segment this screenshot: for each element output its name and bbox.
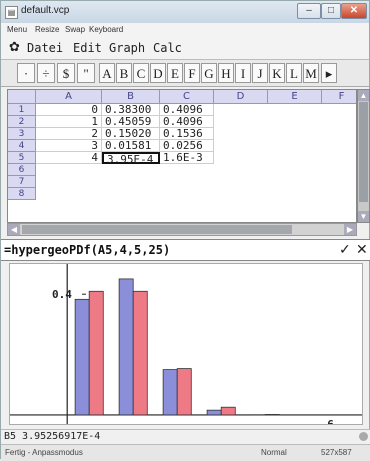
toolbar-col-a-button[interactable]: A	[99, 63, 115, 83]
row-header-2[interactable]: 2	[8, 116, 36, 128]
column-header-f[interactable]: F	[322, 90, 357, 104]
toolbar-col-k-button[interactable]: K	[269, 63, 285, 83]
bar-series1-x3	[207, 410, 221, 415]
minimize-button[interactable]: –	[297, 3, 321, 19]
cell-c5[interactable]: 1.6E-3	[160, 152, 214, 164]
menu-item-calc[interactable]: Calc	[153, 41, 182, 55]
scroll-left-icon[interactable]: ◀	[8, 224, 20, 235]
bar-chart: 0.4 6	[10, 264, 362, 424]
cancel-x-icon[interactable]: ✕	[356, 241, 368, 258]
app-icon: ▤	[5, 6, 18, 19]
mode-status: Fertig - Anpassmodus	[5, 448, 83, 457]
main-menu-bar: ✿ Datei Edit Graph Calc	[1, 37, 369, 60]
small-menu-bar: Menu Resize Swap Keyboard	[1, 23, 369, 37]
bar-series2-x3	[221, 407, 235, 415]
toolbar-dollar-button[interactable]: $	[57, 63, 75, 83]
toolbar-col-h-button[interactable]: H	[218, 63, 234, 83]
toolbar-col-e-button[interactable]: E	[167, 63, 183, 83]
toolbar-more-button[interactable]: ▸	[321, 63, 337, 83]
toolbar-col-l-button[interactable]: L	[286, 63, 302, 83]
menu-item-menu[interactable]: Menu	[7, 25, 27, 34]
formula-input[interactable]: =hypergeoPDf(A5,4,5,25)	[4, 243, 170, 257]
bar-series2-x0	[89, 291, 103, 415]
toolbar-col-m-button[interactable]: M	[303, 63, 319, 83]
menu-item-datei[interactable]: Datei	[27, 41, 63, 55]
column-header-d[interactable]: D	[214, 90, 268, 104]
menu-item-resize[interactable]: Resize	[35, 25, 59, 34]
window-title: default.vcp	[21, 5, 69, 16]
cell-b4[interactable]: 0.01581	[102, 140, 160, 152]
toolbar-quote-button[interactable]: "	[77, 63, 95, 83]
column-header-e[interactable]: E	[268, 90, 322, 104]
status-bar: Fertig - Anpassmodus Normal 527x587	[1, 444, 370, 461]
toolbar-dot-button[interactable]: ·	[17, 63, 35, 83]
row-header-7[interactable]: 7	[8, 176, 36, 188]
bar-series1-x2	[163, 370, 177, 415]
row-header-3[interactable]: 3	[8, 128, 36, 140]
bar-series1-x1	[119, 279, 133, 415]
maximize-button[interactable]: □	[321, 3, 341, 19]
title-bar: ▤ default.vcp – □ ✕	[1, 1, 369, 23]
option-menu-icon[interactable]: ✿	[9, 40, 20, 55]
spreadsheet-grid: A B C D E F 1 2 3 4 5 6 7 8 0 0.38300 0.…	[7, 89, 357, 223]
row-header-6[interactable]: 6	[8, 164, 36, 176]
app-window: ▤ default.vcp – □ ✕ Menu Resize Swap Key…	[0, 0, 370, 459]
row-header-1[interactable]: 1	[8, 104, 36, 116]
scroll-up-icon[interactable]: ▲	[358, 90, 369, 101]
menu-item-keyboard[interactable]: Keyboard	[89, 25, 123, 34]
size-status: 527x587	[321, 448, 352, 457]
horizontal-scrollbar[interactable]: ◀ ▶	[7, 223, 357, 236]
row-header-4[interactable]: 4	[8, 140, 36, 152]
row-header-5[interactable]: 5	[8, 152, 36, 164]
scroll-down-icon[interactable]: ▼	[358, 211, 369, 222]
horizontal-scroll-thumb[interactable]	[22, 225, 292, 234]
menu-item-edit[interactable]: Edit	[73, 41, 102, 55]
bar-series1-x0	[75, 299, 89, 415]
x-tick-label: 6	[327, 418, 334, 424]
menu-item-swap[interactable]: Swap	[65, 25, 85, 34]
scroll-right-icon[interactable]: ▶	[344, 224, 356, 235]
format-status: Normal	[261, 448, 287, 457]
status-dot-icon	[359, 432, 368, 441]
value-status-line: B5 3.95256917E-4	[1, 429, 370, 444]
cell-value-status: B5 3.95256917E-4	[4, 431, 100, 442]
toolbar-divide-button[interactable]: ÷	[37, 63, 55, 83]
formula-bar: =hypergeoPDf(A5,4,5,25) ✓ ✕	[1, 239, 370, 261]
toolbar: · ÷ $ " A B C D E F G H I J K L M ▸	[1, 60, 369, 87]
toolbar-col-c-button[interactable]: C	[133, 63, 149, 83]
column-header-c[interactable]: C	[160, 90, 214, 104]
confirm-check-icon[interactable]: ✓	[339, 241, 351, 258]
vertical-scroll-thumb[interactable]	[359, 102, 368, 202]
column-header-a[interactable]: A	[36, 90, 102, 104]
menu-item-graph[interactable]: Graph	[109, 41, 145, 55]
cell-a5[interactable]: 4	[36, 152, 102, 164]
close-button[interactable]: ✕	[341, 3, 367, 19]
y-tick-label: 0.4	[52, 288, 72, 301]
column-header-b[interactable]: B	[102, 90, 160, 104]
row-header-8[interactable]: 8	[8, 188, 36, 200]
toolbar-col-f-button[interactable]: F	[184, 63, 200, 83]
corner-header[interactable]	[8, 90, 36, 104]
bar-series2-x1	[133, 291, 147, 415]
cell-b5-selected[interactable]: 3.95E-4	[102, 152, 160, 164]
bar-series2-x2	[177, 369, 191, 415]
graph-window[interactable]: 0.4 6	[9, 263, 363, 425]
toolbar-col-g-button[interactable]: G	[201, 63, 217, 83]
vertical-scrollbar[interactable]: ▲ ▼	[357, 89, 370, 223]
toolbar-col-b-button[interactable]: B	[116, 63, 132, 83]
toolbar-col-i-button[interactable]: I	[235, 63, 251, 83]
toolbar-col-d-button[interactable]: D	[150, 63, 166, 83]
toolbar-col-j-button[interactable]: J	[252, 63, 268, 83]
